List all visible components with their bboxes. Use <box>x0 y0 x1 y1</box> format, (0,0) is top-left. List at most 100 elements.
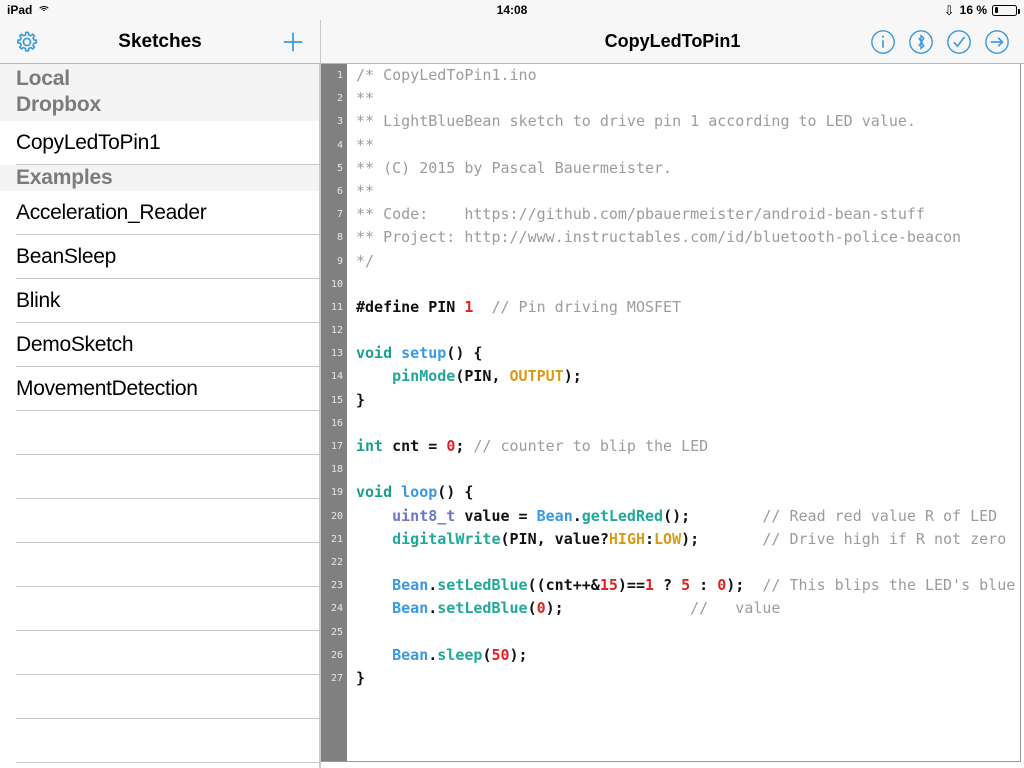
gear-icon[interactable] <box>14 29 40 55</box>
code-token: int <box>356 437 392 455</box>
code-line[interactable]: #define PIN 1 // Pin driving MOSFET <box>356 296 1020 319</box>
code-token: setLedBlue <box>437 599 527 617</box>
bluetooth-icon[interactable] <box>908 29 934 55</box>
code-line[interactable]: /* CopyLedToPin1.ino <box>356 64 1020 87</box>
line-number: 27 <box>321 667 347 690</box>
sidebar-item-acceleration-reader[interactable]: Acceleration_Reader <box>0 191 319 235</box>
code-token: (PIN, <box>455 367 509 385</box>
code-token: 15 <box>600 576 618 594</box>
code-token: ** (C) 2015 by Pascal Bauermeister. <box>356 159 672 177</box>
code-token: // This blips the LED's blue <box>762 576 1015 594</box>
code-token: 50 <box>491 646 509 664</box>
code-line[interactable]: Bean.setLedBlue(0); // value <box>356 597 1020 620</box>
code-token: Bean <box>537 507 573 525</box>
code-token: () { <box>437 483 473 501</box>
sidebar-item-beansleep[interactable]: BeanSleep <box>0 235 319 279</box>
code-line[interactable]: int cnt = 0; // counter to blip the LED <box>356 435 1020 458</box>
code-line[interactable]: */ <box>356 250 1020 273</box>
code-token: // counter to blip the LED <box>473 437 708 455</box>
battery-icon <box>992 5 1017 16</box>
code-token: ; <box>455 437 473 455</box>
code-line[interactable] <box>356 273 1020 296</box>
code-token: loop <box>401 483 437 501</box>
code-token: ( <box>528 599 537 617</box>
sidebar-section-header: LocalDropbox <box>0 64 319 121</box>
code-token: } <box>356 669 365 687</box>
line-number: 25 <box>321 621 347 644</box>
line-number: 21 <box>321 528 347 551</box>
code-line[interactable]: pinMode(PIN, OUTPUT); <box>356 365 1020 388</box>
code-token <box>356 507 392 525</box>
code-line[interactable]: void setup() { <box>356 342 1020 365</box>
sidebar-item-label: Acceleration_Reader <box>16 201 206 225</box>
code-line[interactable]: ** <box>356 87 1020 110</box>
code-line[interactable] <box>356 551 1020 574</box>
code-line[interactable]: ** LightBlueBean sketch to drive pin 1 a… <box>356 110 1020 133</box>
code-line[interactable]: } <box>356 389 1020 412</box>
sidebar-empty-row <box>0 719 319 763</box>
code-token: HIGH <box>609 530 645 548</box>
code-line[interactable]: ** Code: https://github.com/pbauermeiste… <box>356 203 1020 226</box>
code-token: ? <box>654 576 681 594</box>
code-line[interactable]: Bean.setLedBlue((cnt++&15)==1 ? 5 : 0); … <box>356 574 1020 597</box>
code-token: : <box>645 530 654 548</box>
code-line[interactable] <box>356 319 1020 342</box>
sidebar-section-header-line: Dropbox <box>16 92 303 118</box>
status-bar: iPad 14:08 ⇩ 16 % <box>0 0 1024 20</box>
code-text[interactable]: /* CopyLedToPin1.ino**** LightBlueBean s… <box>347 64 1020 761</box>
code-token <box>356 530 392 548</box>
code-scroll-area[interactable]: 1234567891011121314151617181920212223242… <box>321 64 1021 762</box>
code-line[interactable] <box>356 458 1020 481</box>
sidebar-item-movementdetection[interactable]: MovementDetection <box>0 367 319 411</box>
checkmark-icon[interactable] <box>946 29 972 55</box>
code-line[interactable] <box>356 412 1020 435</box>
code-line[interactable]: ** <box>356 180 1020 203</box>
code-token: uint8_t <box>392 507 455 525</box>
code-line[interactable]: Bean.sleep(50); <box>356 644 1020 667</box>
code-token: OUTPUT <box>510 367 564 385</box>
code-line[interactable] <box>356 621 1020 644</box>
sidebar-item-label: CopyLedToPin1 <box>16 131 160 155</box>
code-token: #define PIN <box>356 298 464 316</box>
plus-icon[interactable] <box>280 29 306 55</box>
sidebar-empty-row <box>0 587 319 631</box>
line-number: 5 <box>321 157 347 180</box>
sidebar-empty-row <box>0 675 319 719</box>
code-token: */ <box>356 252 374 270</box>
sidebar-item-blink[interactable]: Blink <box>0 279 319 323</box>
code-token: ** LightBlueBean sketch to drive pin 1 a… <box>356 112 916 130</box>
code-line[interactable]: } <box>356 667 1020 690</box>
line-number: 14 <box>321 365 347 388</box>
code-token: pinMode <box>392 367 455 385</box>
status-bar-clock: 14:08 <box>0 3 1024 17</box>
sidebar-item-copyledtopin1[interactable]: CopyLedToPin1 <box>0 121 319 165</box>
code-token: )== <box>618 576 645 594</box>
code-token <box>473 298 491 316</box>
code-token: } <box>356 391 365 409</box>
sidebar-empty-row <box>0 499 319 543</box>
code-token: 0 <box>717 576 726 594</box>
sidebar-item-demosketch[interactable]: DemoSketch <box>0 323 319 367</box>
info-icon[interactable] <box>870 29 896 55</box>
code-token <box>356 646 392 664</box>
code-token: (PIN, value? <box>501 530 609 548</box>
sidebar-title: Sketches <box>0 31 320 53</box>
code-token: digitalWrite <box>392 530 500 548</box>
code-token: 5 <box>681 576 690 594</box>
code-token: (); <box>663 507 762 525</box>
code-line[interactable]: ** (C) 2015 by Pascal Bauermeister. <box>356 157 1020 180</box>
code-line[interactable]: void loop() { <box>356 481 1020 504</box>
arrow-right-icon[interactable] <box>984 29 1010 55</box>
code-token: value = <box>455 507 536 525</box>
code-line[interactable]: ** Project: http://www.instructables.com… <box>356 226 1020 249</box>
code-line[interactable]: ** <box>356 134 1020 157</box>
code-line[interactable]: uint8_t value = Bean.getLedRed(); // Rea… <box>356 505 1020 528</box>
code-token <box>356 367 392 385</box>
line-number: 9 <box>321 250 347 273</box>
sketch-list[interactable]: LocalDropboxCopyLedToPin1ExamplesAcceler… <box>0 64 320 768</box>
sidebar-item-label: BeanSleep <box>16 245 116 269</box>
code-token: Bean <box>392 646 428 664</box>
code-token: // Pin driving MOSFET <box>491 298 681 316</box>
code-line[interactable]: digitalWrite(PIN, value?HIGH:LOW); // Dr… <box>356 528 1020 551</box>
code-editor: 1234567891011121314151617181920212223242… <box>320 64 1024 768</box>
